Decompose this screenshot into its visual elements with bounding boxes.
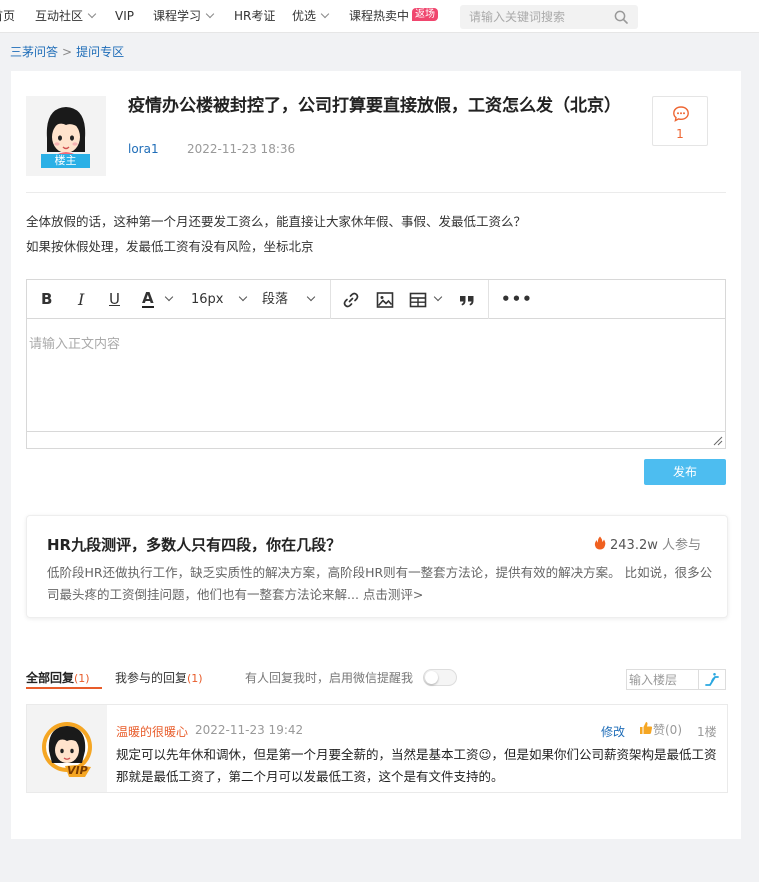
floor-number: 1楼 <box>697 725 717 739</box>
nav-courses[interactable]: 课程学习 <box>153 0 215 33</box>
toolbar-separator <box>330 280 331 319</box>
question-body-line: 如果按休假处理，发最低工资有没有风险，坐标北京 <box>26 239 314 254</box>
search-icon[interactable] <box>614 10 628 24</box>
nav-selected[interactable]: 优选 <box>292 0 330 33</box>
top-nav: 首页 互动社区 VIP 课程学习 HR考证 优选 课程热卖中 返场 <box>0 0 759 33</box>
toggle-knob <box>425 671 438 684</box>
table-icon <box>409 292 427 307</box>
vip-avatar-icon <box>42 722 92 777</box>
bold-button[interactable]: B <box>41 280 52 319</box>
chevron-down-icon <box>433 292 443 302</box>
reply-body: 规定可以先年休和调休，但是第一个月要全薪的，当然是基本工资😉，但是如果你们公司薪… <box>116 747 717 784</box>
comment-icon <box>673 106 689 122</box>
tab-my-replies[interactable]: 我参与的回复(1) <box>115 669 203 686</box>
floor-input[interactable] <box>626 669 699 690</box>
search-box <box>460 5 638 29</box>
font-size-select[interactable]: 16px <box>191 280 247 319</box>
paragraph-select[interactable]: 段落 <box>262 280 316 319</box>
reply-avatar[interactable]: VIP <box>27 705 107 792</box>
font-color-button[interactable]: A <box>142 280 173 319</box>
chevron-down-icon <box>87 9 97 19</box>
nav-vip[interactable]: VIP <box>115 0 134 33</box>
search-input[interactable] <box>460 5 610 29</box>
nav-home[interactable]: 首页 <box>0 0 15 33</box>
hot-badge: 返场 <box>412 8 438 21</box>
question-time: 2022-11-23 18:36 <box>187 142 296 156</box>
reply-editor: B I U A 16px 段落 ••• 请输入正文内容 <box>26 279 726 449</box>
wechat-notify-toggle[interactable] <box>423 669 457 686</box>
promo-title: HR九段测评，多数人只有四段，你在几段？ <box>47 536 342 554</box>
nav-community[interactable]: 互动社区 <box>35 0 97 33</box>
question-author[interactable]: lora1 <box>128 142 159 156</box>
chevron-down-icon <box>238 292 247 302</box>
fire-icon <box>594 536 606 550</box>
like-button[interactable]: 赞(0) <box>639 721 682 738</box>
divider <box>26 192 726 193</box>
edit-link[interactable]: 修改 <box>601 723 625 740</box>
wechat-notify-label: 有人回复我时，启用微信提醒我 <box>245 671 414 685</box>
breadcrumb-current[interactable]: 提问专区 <box>76 45 124 59</box>
image-button[interactable] <box>376 280 394 319</box>
chevron-down-icon <box>320 9 330 19</box>
reply-item: VIP 温暖的很暖心 2022-11-23 19:42 修改 赞(0) 1楼 规… <box>26 704 728 793</box>
question-body: 全体放假的话，这种第一个月还要发工资么，能直接让大家休年假、事假、发最低工资么？… <box>26 209 526 259</box>
comment-count-button[interactable]: 1 <box>652 96 708 146</box>
breadcrumb-root[interactable]: 三茅问答 <box>10 45 58 59</box>
chevron-down-icon <box>205 9 215 19</box>
reply-time: 2022-11-23 19:42 <box>195 723 304 737</box>
thumbs-up-icon <box>640 722 653 734</box>
breadcrumb-separator: > <box>62 45 73 59</box>
promo-card[interactable]: HR九段测评，多数人只有四段，你在几段？ 243.2w 人参与 低阶段HR还做执… <box>26 515 728 618</box>
resize-handle-icon[interactable] <box>713 436 723 446</box>
nav-hr-cert[interactable]: HR考证 <box>234 0 275 33</box>
toolbar-separator <box>488 280 489 319</box>
quote-icon <box>460 295 474 305</box>
owner-badge: 楼主 <box>41 154 90 168</box>
reply-tabs: 全部回复(1) 我参与的回复(1) 有人回复我时，启用微信提醒我 <box>26 669 726 691</box>
table-button[interactable] <box>409 280 443 319</box>
tab-active-underline <box>26 687 102 689</box>
comment-count: 1 <box>676 127 684 141</box>
italic-button[interactable]: I <box>78 280 84 319</box>
editor-toolbar: B I U A 16px 段落 ••• <box>27 280 725 319</box>
floor-jump-button[interactable] <box>699 669 726 690</box>
underline-button[interactable]: U <box>109 280 120 319</box>
promo-participants: 243.2w 人参与 <box>594 534 701 553</box>
chevron-down-icon <box>164 292 173 302</box>
link-button[interactable] <box>342 280 360 319</box>
link-icon <box>343 292 359 307</box>
question-body-line: 全体放假的话，这种第一个月还要发工资么，能直接让大家休年假、事假、发最低工资么？ <box>26 214 527 229</box>
editor-content-area[interactable]: 请输入正文内容 <box>27 320 725 430</box>
quote-button[interactable] <box>458 280 476 319</box>
vip-badge: VIP <box>67 764 88 777</box>
question-title: 疫情办公楼被封控了，公司打算要直接放假，工资怎么发（北京） <box>128 96 621 116</box>
breadcrumb: 三茅问答 > 提问专区 <box>10 43 124 60</box>
promo-description: 低阶段HR还做执行工作，缺乏实质性的解决方案，高阶段HR则有一整套方法论，提供有… <box>47 565 713 602</box>
escalator-icon <box>705 673 719 686</box>
publish-button[interactable]: 发布 <box>644 459 726 485</box>
reply-author[interactable]: 温暖的很暖心 <box>116 723 188 740</box>
nav-hot-courses[interactable]: 课程热卖中 <box>349 0 409 33</box>
editor-resize-bar <box>27 431 725 448</box>
image-icon <box>376 291 394 308</box>
editor-placeholder: 请输入正文内容 <box>29 337 121 352</box>
more-icon[interactable]: ••• <box>501 280 533 319</box>
owner-avatar[interactable]: 楼主 <box>26 96 106 176</box>
question-card: 楼主 疫情办公楼被封控了，公司打算要直接放假，工资怎么发（北京） lora1 2… <box>11 71 741 839</box>
chevron-down-icon <box>306 292 316 302</box>
tab-all-replies[interactable]: 全部回复(1) <box>26 669 90 686</box>
font-color-icon: A <box>142 289 154 308</box>
